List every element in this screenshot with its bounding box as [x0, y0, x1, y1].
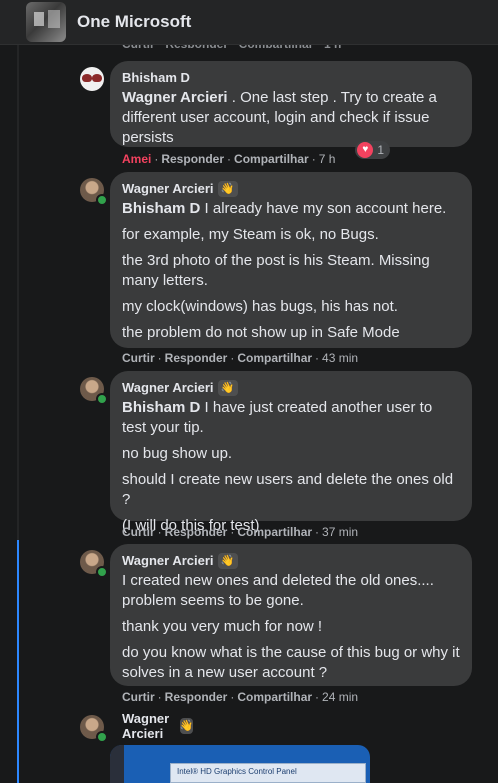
comment-text: no bug show up. — [122, 445, 233, 462]
reply-button[interactable]: Responder — [165, 690, 228, 704]
comment-author[interactable]: Bhisham D — [122, 69, 460, 86]
waving-hand-badge-icon: 👋 — [179, 717, 194, 734]
comment-bubble: Bhisham D Wagner Arcieri . One last step… — [110, 61, 472, 147]
comment-text: the 3rd photo of the post is his Steam. … — [122, 252, 430, 289]
comment-author[interactable]: Wagner Arcieri 👋 — [122, 552, 460, 569]
online-status-icon — [96, 731, 108, 743]
comment-bubble: Wagner Arcieri 👋 I created new ones and d… — [110, 544, 472, 686]
share-button[interactable]: Compartilhar — [234, 152, 309, 166]
comment-author[interactable]: Wagner Arcieri 👋 — [122, 379, 460, 396]
thread-indicator — [17, 540, 19, 783]
thread-gutter — [17, 44, 19, 540]
online-status-icon — [96, 566, 108, 578]
reply-button[interactable]: Responder — [165, 351, 228, 365]
like-button[interactable]: Curtir — [122, 525, 155, 539]
comment-text: thank you very much for now ! — [122, 618, 323, 635]
reply-button[interactable]: Responder — [165, 525, 228, 539]
heart-icon: ♥ — [357, 142, 374, 158]
group-title[interactable]: One Microsoft — [77, 12, 191, 32]
reply-button[interactable]: Responder — [161, 152, 224, 166]
comment-text: Wagner Arcieri . One last step . Try to … — [122, 89, 437, 146]
waving-hand-badge-icon: 👋 — [217, 180, 238, 197]
group-header: One Microsoft — [0, 0, 498, 45]
share-button[interactable]: Compartilhar — [237, 525, 312, 539]
like-button[interactable]: Curtir — [122, 351, 155, 365]
comment-text: my clock(windows) has bugs, his has not. — [122, 298, 398, 315]
mention-link[interactable]: Wagner Arcieri — [122, 89, 228, 106]
like-button[interactable]: Amei — [122, 152, 151, 166]
comment-actions: Curtir · Responder · Compartilhar · 43 min — [122, 351, 359, 365]
reaction-summary[interactable]: ♥ 1 — [355, 141, 390, 159]
comment-image-attachment[interactable]: Intel® HD Graphics Control Panel — [110, 745, 370, 783]
waving-hand-badge-icon: 👋 — [217, 552, 238, 569]
comment-actions: Amei · Responder · Compartilhar · 7 h — [122, 152, 336, 166]
mention-link[interactable]: Bhisham D — [122, 399, 200, 416]
comment-actions: Curtir · Responder · Compartilhar · 37 min — [122, 525, 359, 539]
comment-bubble: Wagner Arcieri 👋 Bhisham D I already have… — [110, 172, 472, 348]
online-status-icon — [96, 194, 108, 206]
share-button[interactable]: Compartilhar — [237, 690, 312, 704]
comment-text: should I create new users and delete the… — [122, 471, 454, 508]
online-status-icon — [96, 393, 108, 405]
timestamp[interactable]: 7 h — [319, 152, 336, 166]
timestamp[interactable]: 43 min — [322, 351, 358, 365]
avatar[interactable] — [80, 67, 104, 91]
group-thumbnail[interactable] — [26, 2, 66, 42]
taskbar-strip — [110, 745, 124, 783]
comment-text: for example, my Steam is ok, no Bugs. — [122, 226, 379, 243]
timestamp[interactable]: 37 min — [322, 525, 358, 539]
comment-author[interactable]: Wagner Arcieri 👋 — [122, 180, 460, 197]
mention-link[interactable]: Bhisham D — [122, 200, 200, 217]
share-button[interactable]: Compartilhar — [237, 351, 312, 365]
comment-text: Bhisham D I already have my son account … — [122, 200, 447, 217]
waving-hand-badge-icon: 👋 — [217, 379, 238, 396]
comment-text: I created new ones and deleted the old o… — [122, 572, 434, 609]
timestamp[interactable]: 24 min — [322, 690, 358, 704]
comment-actions: Curtir · Responder · Compartilhar · 24 min — [122, 690, 359, 704]
attachment-caption: Intel® HD Graphics Control Panel — [170, 763, 366, 783]
comment-text: Bhisham D I have just created another us… — [122, 399, 433, 436]
like-button[interactable]: Curtir — [122, 690, 155, 704]
comment-bubble: Wagner Arcieri 👋 Bhisham D I have just cr… — [110, 371, 472, 534]
comment-author[interactable]: Wagner Arcieri 👋 — [122, 711, 194, 741]
comment-text: the problem do not show up in Safe Mode — [122, 324, 400, 341]
comment-text: do you know what is the cause of this bu… — [122, 644, 460, 681]
